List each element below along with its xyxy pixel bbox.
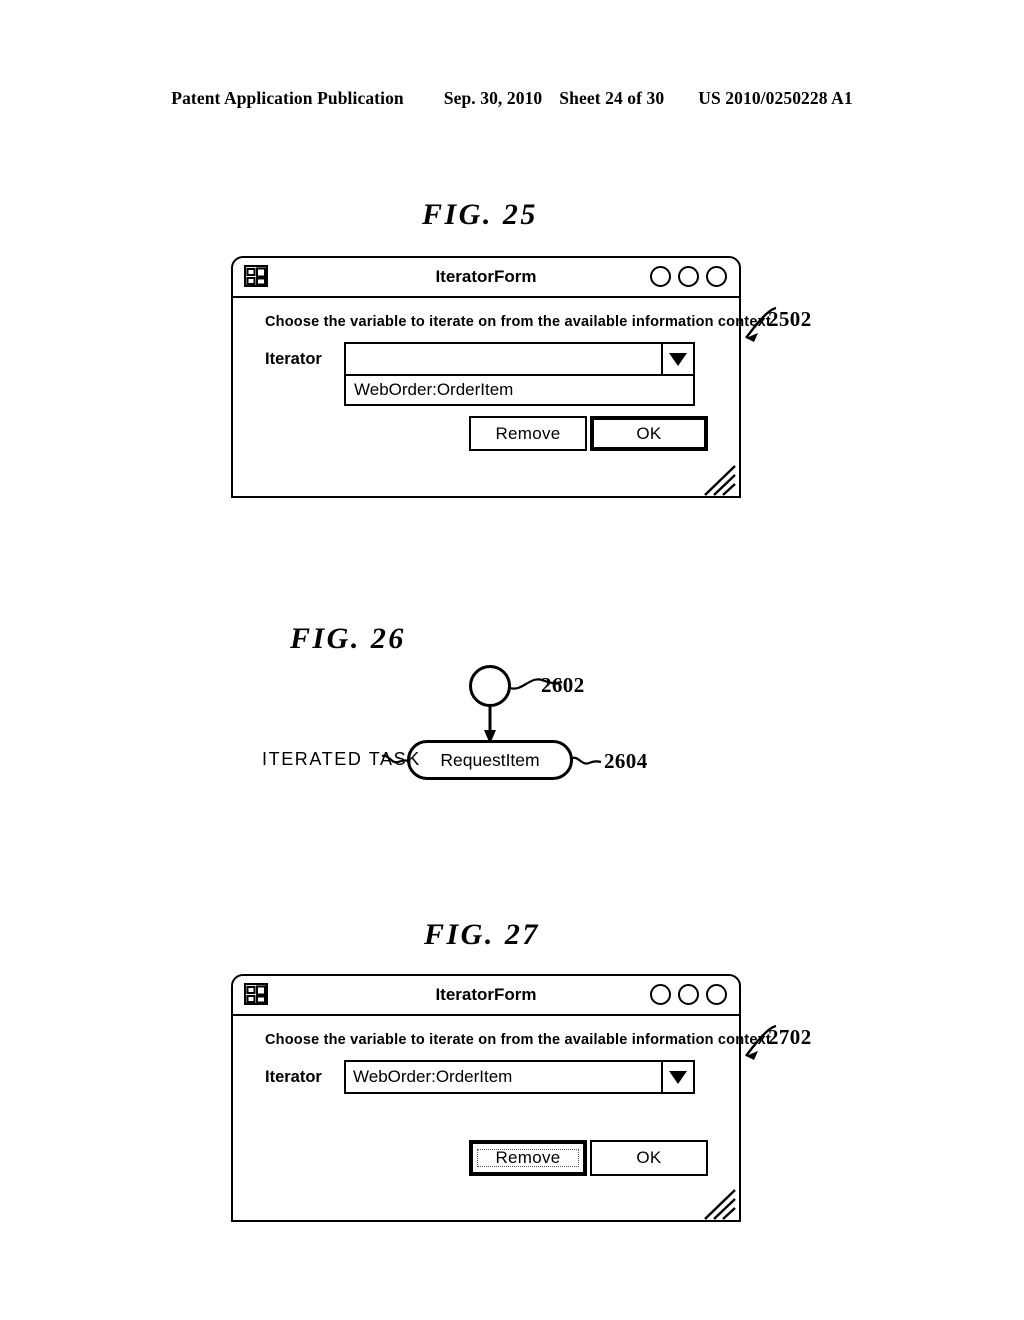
- maximize-circle-button[interactable]: [678, 266, 699, 287]
- iterator-combo-box[interactable]: [344, 342, 695, 376]
- iterator-combo-box[interactable]: WebOrder:OrderItem: [344, 1060, 695, 1094]
- ok-button-label: OK: [636, 1148, 662, 1167]
- dropdown-option[interactable]: WebOrder:OrderItem: [346, 376, 693, 404]
- maximize-circle-button[interactable]: [678, 984, 699, 1005]
- callout-number-2602: 2602: [541, 673, 585, 697]
- callout-number-2604: 2604: [604, 749, 648, 773]
- callout-number-2702: 2702: [768, 1025, 812, 1049]
- callout-number-2502: 2502: [768, 307, 812, 331]
- window-controls: [650, 984, 727, 1005]
- chevron-down-icon[interactable]: [661, 344, 693, 374]
- iterator-combo-value: [346, 344, 661, 374]
- close-circle-button[interactable]: [706, 984, 727, 1005]
- prompt-text: Choose the variable to iterate on from t…: [265, 314, 776, 330]
- window-body: Choose the variable to iterate on from t…: [233, 298, 775, 498]
- title-bar: IteratorForm: [233, 976, 739, 1016]
- callout-leader-2604: [571, 756, 602, 765]
- iterator-combo-value: WebOrder:OrderItem: [353, 1067, 513, 1086]
- iterator-form-window-fig25: IteratorForm Choose the variable to iter…: [231, 256, 775, 498]
- iterator-label: Iterator: [265, 350, 322, 368]
- iterator-dropdown-list[interactable]: WebOrder:OrderItem: [344, 374, 695, 406]
- figure-caption-26: FIG. 26: [290, 622, 406, 655]
- iterator-label: Iterator: [265, 1068, 322, 1086]
- patent-number: US 2010/0250228 A1: [698, 88, 853, 108]
- task-node-requestitem: RequestItem: [407, 740, 573, 780]
- remove-button[interactable]: Remove: [469, 1140, 587, 1176]
- publication-date: Sep. 30, 2010: [443, 88, 543, 108]
- ok-button[interactable]: OK: [590, 416, 708, 451]
- iterator-form-window-fig27: IteratorForm Choose the variable to iter…: [231, 974, 775, 1222]
- publication-label: Patent Application Publication: [171, 88, 404, 108]
- remove-button-label: Remove: [477, 1148, 579, 1167]
- window-body: Choose the variable to iterate on from t…: [233, 1016, 775, 1222]
- remove-button[interactable]: Remove: [469, 416, 587, 451]
- task-node-label: RequestItem: [440, 749, 540, 770]
- window-controls: [650, 266, 727, 287]
- remove-button-label: Remove: [495, 423, 561, 443]
- figure-caption-25: FIG. 25: [422, 198, 538, 231]
- prompt-text: Choose the variable to iterate on from t…: [265, 1032, 776, 1048]
- ok-button-label: OK: [636, 423, 662, 443]
- figure-caption-27: FIG. 27: [424, 918, 540, 951]
- minimize-circle-button[interactable]: [650, 266, 671, 287]
- close-circle-button[interactable]: [706, 266, 727, 287]
- resize-grip-icon[interactable]: [702, 464, 736, 496]
- publication-header: Patent Application Publication Sep. 30, 2…: [0, 88, 1024, 109]
- sheet-number: Sheet 24 of 30: [559, 88, 665, 108]
- title-bar: IteratorForm: [233, 258, 739, 298]
- window-tile-icon: [243, 982, 269, 1006]
- resize-grip-icon[interactable]: [702, 1188, 736, 1220]
- minimize-circle-button[interactable]: [650, 984, 671, 1005]
- ok-button[interactable]: OK: [590, 1140, 708, 1176]
- start-node-circle: [469, 665, 511, 707]
- iterated-task-label: ITERATED TASK: [262, 749, 421, 769]
- chevron-down-icon[interactable]: [661, 1062, 693, 1092]
- window-tile-icon: [243, 264, 269, 288]
